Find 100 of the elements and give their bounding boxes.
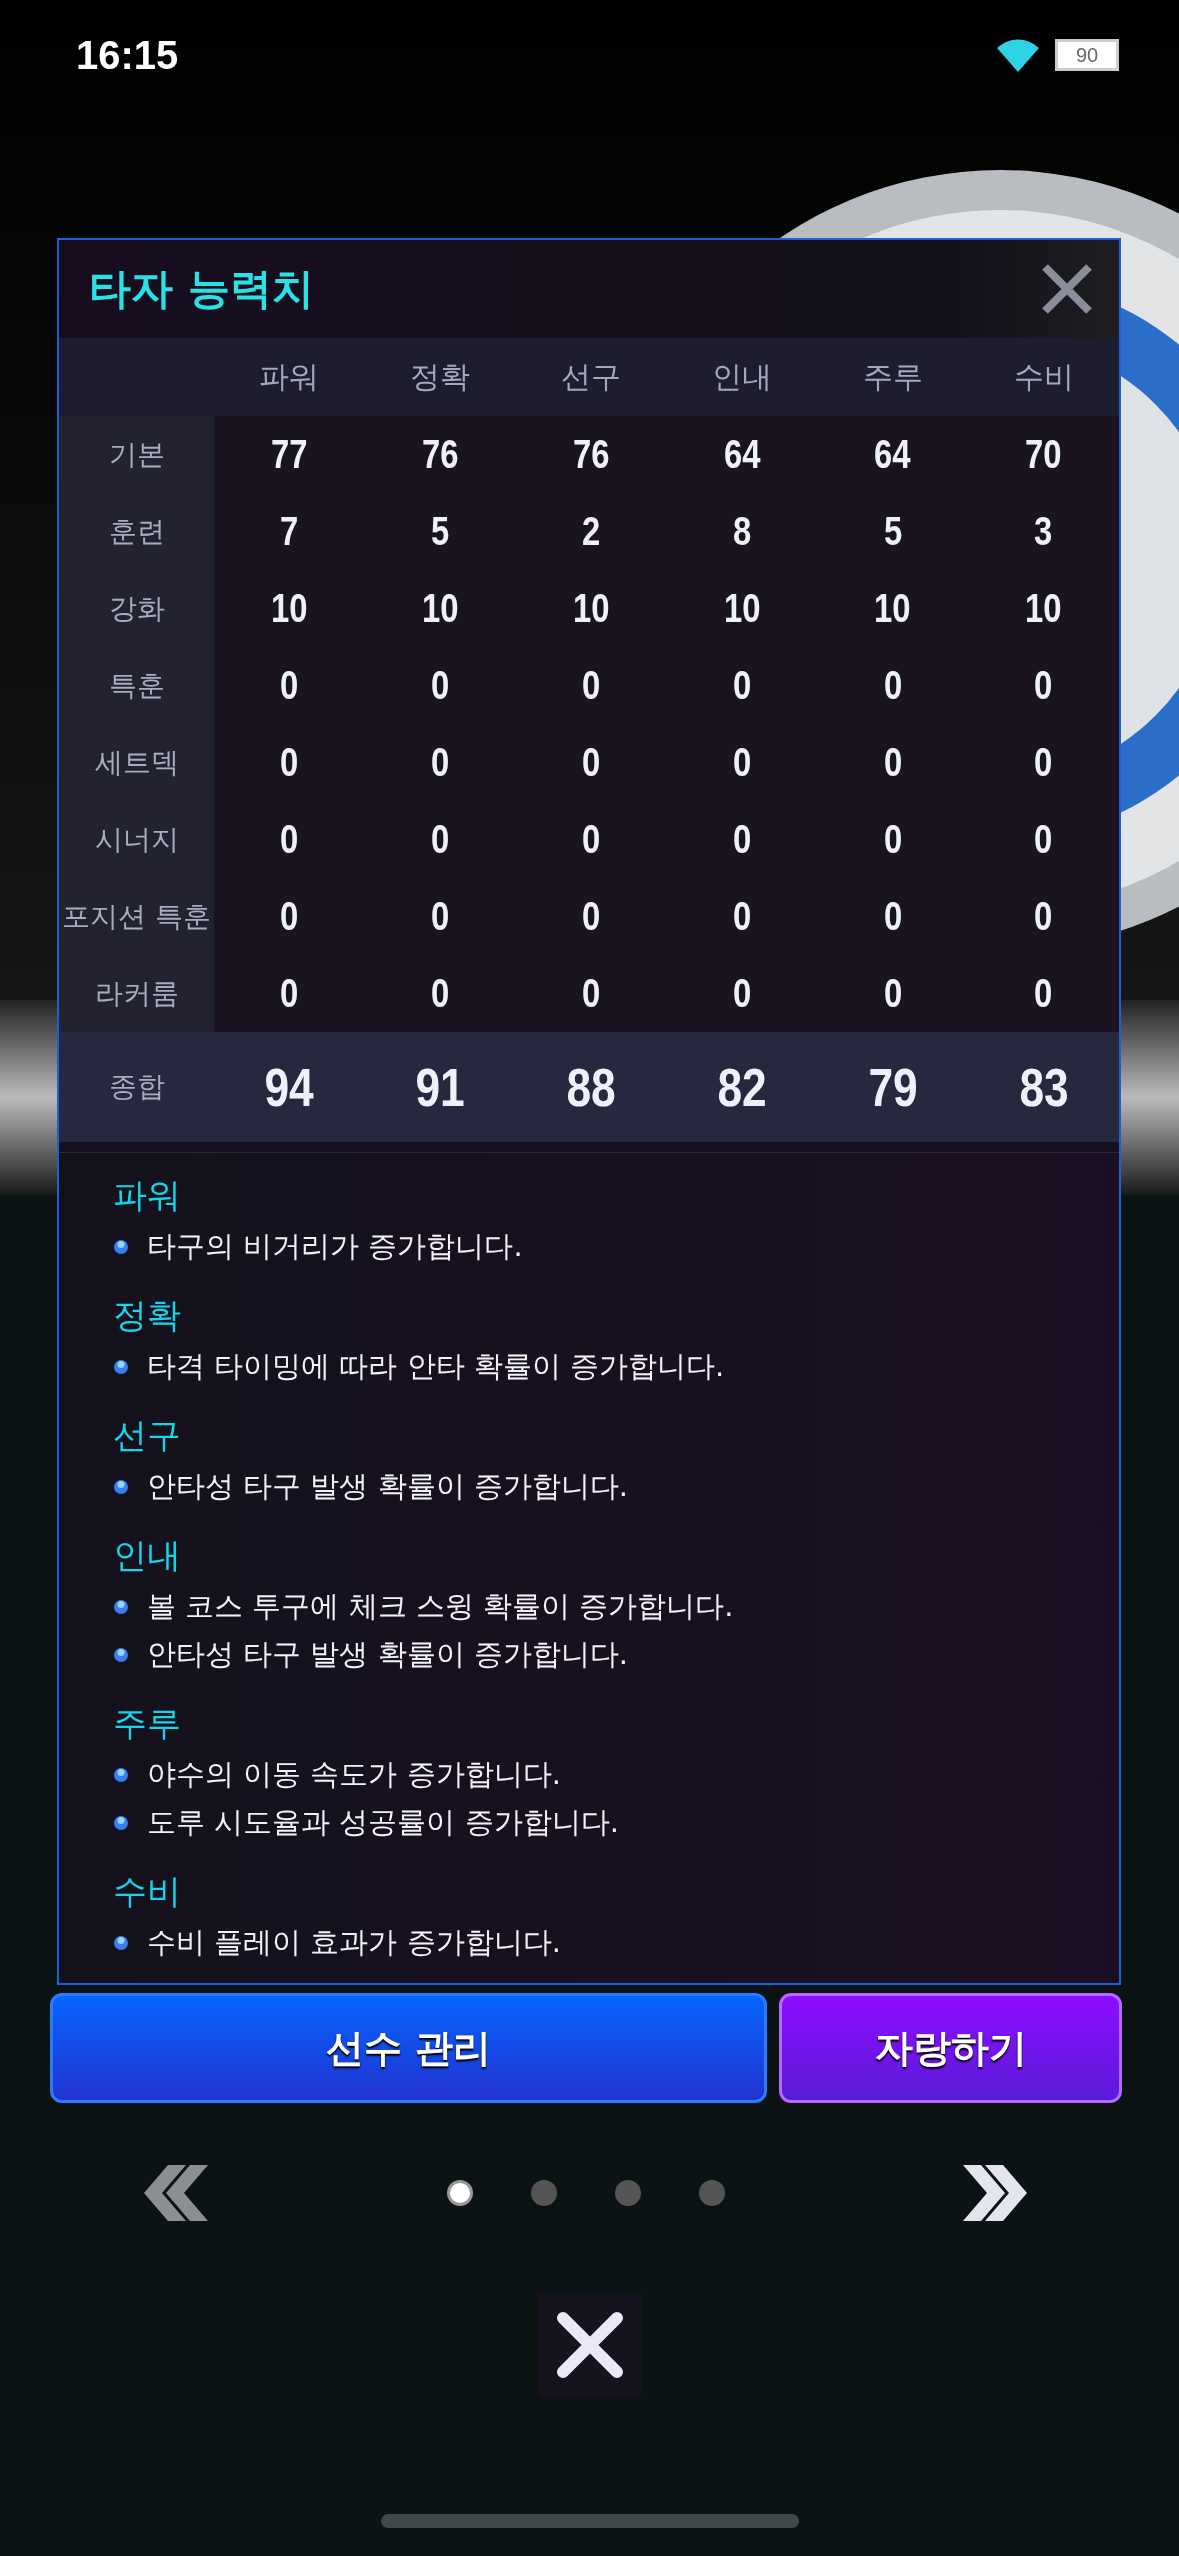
stat-value: 5 [431, 509, 450, 554]
stat-value: 0 [732, 894, 752, 939]
previous-button[interactable] [142, 2165, 208, 2221]
total-value: 91 [415, 1056, 465, 1118]
column-header: 수비 [1013, 357, 1074, 396]
stat-value: 0 [280, 894, 299, 939]
stat-value: 10 [271, 586, 308, 631]
stat-value: 10 [723, 586, 761, 631]
description-text: 볼 코스 투구에 체크 스윙 확률이 증가합니다. [147, 1588, 734, 1625]
description-text: 안타성 타구 발생 확률이 증가합니다. [147, 1636, 629, 1673]
bullet-icon [113, 1935, 129, 1951]
column-header: 정확 [410, 357, 471, 396]
stat-value: 0 [280, 971, 299, 1016]
column-header: 파워 [259, 357, 320, 396]
row-label: 세트덱 [94, 744, 179, 781]
row-label: 시너지 [94, 821, 179, 858]
stat-value: 0 [280, 817, 299, 862]
stat-value: 0 [280, 663, 299, 708]
description-text: 타구의 비거리가 증가합니다. [147, 1228, 523, 1265]
row-label: 종합 [108, 1069, 165, 1105]
description-text: 야수의 이동 속도가 증가합니다. [147, 1756, 561, 1793]
total-value: 88 [566, 1056, 616, 1118]
stat-value: 0 [1034, 663, 1053, 708]
row-label: 훈련 [108, 513, 165, 550]
stat-value: 0 [883, 817, 902, 862]
stat-value: 0 [431, 817, 450, 862]
row-label: 특훈 [108, 667, 165, 704]
stat-value: 0 [581, 817, 601, 862]
description-text: 안타성 타구 발생 확률이 증가합니다. [147, 1468, 629, 1505]
bullet-icon [113, 1239, 129, 1255]
stat-value: 76 [572, 432, 610, 477]
stat-value: 76 [422, 432, 459, 477]
panel-title: 타자 능력치 [89, 263, 314, 315]
stat-value: 10 [422, 586, 459, 631]
bullet-icon [113, 1767, 129, 1783]
row-label: 기본 [108, 436, 165, 473]
column-header: 주루 [862, 357, 923, 396]
total-value: 79 [868, 1056, 918, 1118]
stat-value: 0 [1034, 740, 1053, 785]
stat-value: 70 [1025, 432, 1062, 477]
stat-value: 0 [883, 971, 902, 1016]
stat-value: 8 [732, 509, 752, 554]
action-button[interactable]: 선수 관리 [50, 1993, 767, 2103]
stat-value: 0 [732, 817, 752, 862]
stat-value: 0 [1034, 817, 1053, 862]
total-value: 83 [1018, 1056, 1069, 1118]
stat-value: 10 [1025, 586, 1062, 631]
stat-value: 0 [280, 740, 299, 785]
description-heading: 파워 [113, 1174, 182, 1217]
row-label: 강화 [108, 590, 165, 627]
bullet-icon [113, 1647, 129, 1663]
stat-value: 3 [1034, 509, 1053, 554]
stat-value: 0 [732, 740, 752, 785]
stat-value: 10 [874, 586, 911, 631]
stat-value: 0 [431, 971, 450, 1016]
stat-value: 0 [883, 894, 902, 939]
stat-value: 5 [883, 509, 902, 554]
column-header: 인내 [711, 357, 772, 396]
stat-value: 7 [280, 509, 299, 554]
description-heading: 정확 [113, 1294, 182, 1337]
stat-value: 0 [883, 740, 902, 785]
stat-value: 0 [431, 894, 450, 939]
description-heading: 주루 [113, 1702, 182, 1745]
column-header: 선구 [561, 357, 622, 396]
stat-value: 2 [581, 509, 601, 554]
bullet-icon [113, 1359, 129, 1375]
wifi-icon [997, 38, 1039, 72]
stat-value: 77 [271, 432, 308, 477]
next-button[interactable] [963, 2165, 1029, 2221]
description-text: 도루 시도율과 성공률이 증가합니다. [147, 1804, 619, 1841]
stat-value: 0 [883, 663, 902, 708]
stat-value: 0 [581, 894, 601, 939]
total-value: 94 [264, 1056, 315, 1118]
stat-value: 0 [732, 971, 752, 1016]
row-label: 포지션 특훈 [62, 898, 211, 935]
description-text: 수비 플레이 효과가 증가합니다. [147, 1924, 561, 1961]
description-heading: 선구 [113, 1414, 182, 1457]
battery-level: 90 [1075, 43, 1099, 67]
stat-value: 0 [581, 740, 601, 785]
stat-value: 0 [581, 971, 601, 1016]
close-button[interactable] [537, 2293, 642, 2397]
stat-value: 0 [431, 663, 450, 708]
bullet-icon [113, 1815, 129, 1831]
action-button[interactable]: 자랑하기 [779, 1993, 1122, 2103]
stat-value: 10 [572, 586, 610, 631]
stat-value: 0 [581, 663, 601, 708]
description-text: 타격 타이밍에 따라 안타 확률이 증가합니다. [147, 1348, 725, 1385]
stat-value: 0 [1034, 894, 1053, 939]
stat-value: 0 [1034, 971, 1053, 1016]
stat-value: 64 [874, 432, 911, 477]
bullet-icon [113, 1479, 129, 1495]
stat-value: 64 [723, 432, 761, 477]
status-time: 16:15 [76, 32, 179, 78]
bullet-icon [113, 1599, 129, 1615]
description-heading: 인내 [113, 1534, 182, 1577]
total-value: 82 [717, 1056, 767, 1118]
description-heading: 수비 [113, 1870, 182, 1913]
stat-value: 0 [732, 663, 752, 708]
row-label: 라커룸 [94, 975, 179, 1012]
stat-value: 0 [431, 740, 450, 785]
